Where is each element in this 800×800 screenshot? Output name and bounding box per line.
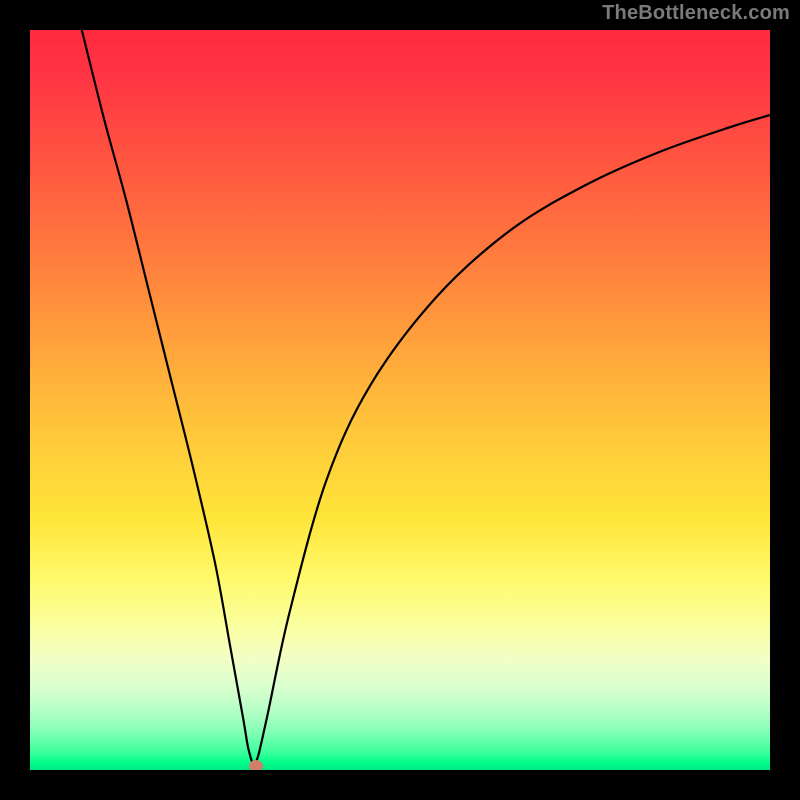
- curve-svg: [30, 30, 770, 770]
- min-marker: [249, 760, 263, 770]
- curve-path: [82, 30, 770, 764]
- chart-frame: TheBottleneck.com: [0, 0, 800, 800]
- plot-area: [30, 30, 770, 770]
- watermark-text: TheBottleneck.com: [602, 2, 790, 25]
